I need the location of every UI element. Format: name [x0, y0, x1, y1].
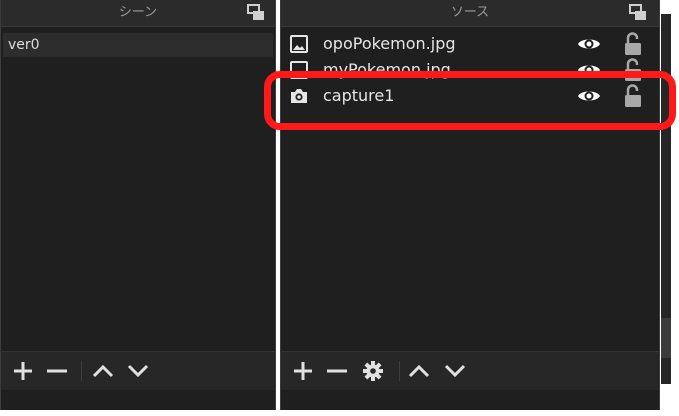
eye-icon[interactable]: [577, 36, 601, 52]
source-item-label: opoPokemon.jpg: [323, 34, 456, 53]
minus-icon: [327, 369, 347, 373]
sources-panel-header: ソース: [281, 0, 659, 27]
chevron-down-icon: [127, 364, 149, 378]
toolbar-divider: [81, 361, 82, 381]
add-source-button[interactable]: [291, 359, 315, 383]
chevron-up-icon: [92, 364, 114, 378]
plus-icon: [14, 362, 32, 380]
chevron-up-icon: [408, 364, 430, 378]
scenes-panel-header: シーン: [1, 0, 275, 27]
chevron-down-icon: [444, 364, 466, 378]
gear-icon: [363, 361, 383, 381]
scene-item-label: ver0: [8, 37, 40, 53]
minus-icon: [47, 369, 67, 373]
highlight-box: [264, 71, 676, 130]
remove-scene-button[interactable]: [45, 359, 69, 383]
image-icon: [290, 35, 308, 53]
move-scene-down-button[interactable]: [126, 359, 150, 383]
move-source-up-button[interactable]: [407, 359, 431, 383]
sources-toolbar: [281, 351, 659, 390]
undock-icon[interactable]: [247, 4, 265, 21]
scene-item[interactable]: ver0: [3, 33, 273, 57]
sources-panel-title: ソース: [450, 5, 490, 20]
move-source-down-button[interactable]: [443, 359, 467, 383]
scenes-panel: シーン ver0: [0, 0, 276, 410]
undock-icon[interactable]: [629, 4, 647, 21]
remove-source-button[interactable]: [325, 359, 349, 383]
source-properties-button[interactable]: [361, 359, 385, 383]
scene-list: ver0: [1, 27, 275, 352]
unlock-icon[interactable]: [623, 32, 643, 56]
source-item[interactable]: opoPokemon.jpg: [283, 31, 657, 57]
sources-panel: ソース opoPokemon.jpg myPokemon.jpg capture…: [280, 0, 660, 410]
add-scene-button[interactable]: [11, 359, 35, 383]
scenes-toolbar: [1, 351, 275, 390]
scrollbar-thumb[interactable]: [661, 318, 671, 358]
toolbar-divider: [399, 361, 400, 381]
plus-icon: [294, 362, 312, 380]
move-scene-up-button[interactable]: [91, 359, 115, 383]
scenes-panel-title: シーン: [118, 5, 158, 20]
